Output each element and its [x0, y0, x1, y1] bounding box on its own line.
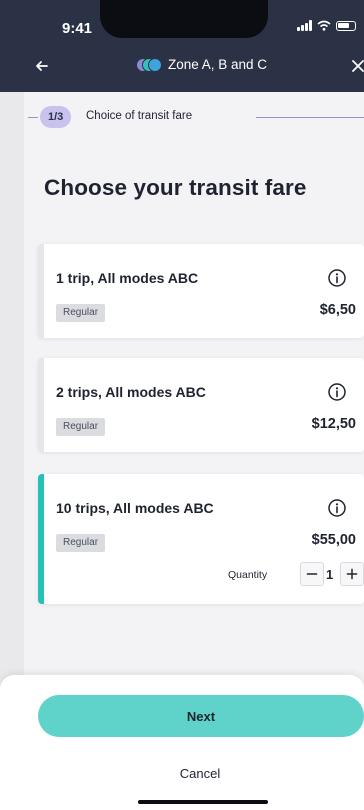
info-icon[interactable] [327, 382, 347, 402]
status-time: 9:41 [62, 20, 93, 37]
fare-category-badge: Regular [56, 418, 106, 436]
fare-card-10-trips[interactable]: 10 trips, All modes ABC Regular $55,00 Q… [38, 474, 364, 604]
card-accent [38, 244, 44, 338]
fare-name: 1 trip, All modes ABC [56, 270, 199, 286]
fare-name: 10 trips, All modes ABC [56, 500, 214, 516]
fare-card-2-trips[interactable]: 2 trips, All modes ABC Regular $12,50 [38, 358, 364, 452]
page-title: Choose your transit fare [44, 175, 307, 200]
quantity-increase-button[interactable] [340, 562, 364, 586]
next-button[interactable]: Next [38, 695, 364, 737]
fare-category-badge: Regular [56, 304, 106, 322]
status-icons [297, 20, 356, 31]
card-accent-selected [38, 474, 44, 604]
step-line-right [256, 117, 364, 118]
wifi-icon [317, 20, 331, 31]
cancel-button[interactable]: Cancel [150, 763, 250, 783]
arrow-left-icon[interactable] [32, 56, 52, 76]
step-badge: 1/3 [40, 106, 72, 128]
step-line-left [28, 117, 38, 118]
fare-name: 2 trips, All modes ABC [56, 384, 206, 400]
step-label: Choice of transit fare [86, 110, 193, 122]
card-accent [38, 358, 44, 452]
quantity-label: Quantity [228, 569, 268, 581]
phone-screen: 9:41 Zone A, B and C 1/3 Choice of trans… [0, 0, 364, 810]
fare-category-badge: Regular [56, 534, 106, 552]
zone-title: Zone A, B and C [168, 57, 268, 72]
home-indicator [138, 800, 268, 804]
fare-price: $6,50 [319, 302, 356, 318]
close-icon[interactable] [348, 56, 364, 76]
info-icon[interactable] [327, 268, 347, 288]
zone-title-group: Zone A, B and C [136, 57, 267, 72]
quantity-value: 1 [326, 567, 334, 582]
app-header: 9:41 Zone A, B and C [0, 0, 364, 92]
step-indicator: 1/3 Choice of transit fare [28, 104, 364, 130]
fare-price: $55,00 [311, 532, 356, 548]
battery-icon [336, 21, 356, 31]
info-icon[interactable] [327, 498, 347, 518]
signal-icon [297, 20, 312, 31]
fare-price: $12,50 [311, 416, 356, 432]
quantity-decrease-button[interactable] [300, 562, 324, 586]
device-notch [100, 0, 268, 38]
fare-card-1-trip[interactable]: 1 trip, All modes ABC Regular $6,50 [38, 244, 364, 338]
zone-circles-icon [136, 57, 162, 72]
